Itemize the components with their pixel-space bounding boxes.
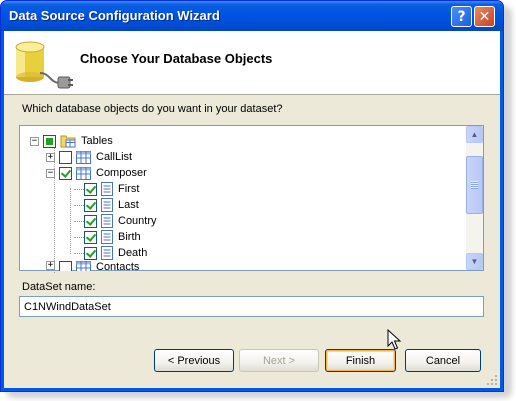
tree-line xyxy=(74,205,84,206)
tree-node-last[interactable]: Last xyxy=(84,197,139,213)
field-icon xyxy=(101,214,113,228)
objects-question-label: Which database objects do you want in yo… xyxy=(22,103,283,115)
dataset-name-input[interactable] xyxy=(19,296,484,317)
field-icon xyxy=(101,198,113,212)
death-checkbox[interactable] xyxy=(84,246,97,260)
tree-line xyxy=(74,189,84,190)
tree-node-tables[interactable]: − Tables xyxy=(30,133,113,149)
tree-node-first[interactable]: First xyxy=(84,181,139,197)
tables-folder-icon xyxy=(60,135,76,148)
tree-node-calllist[interactable]: + CallList xyxy=(46,149,132,165)
scroll-down-button[interactable]: ▼ xyxy=(466,253,483,270)
tree-node-label: Last xyxy=(118,199,139,211)
wizard-header: Choose Your Database Objects xyxy=(4,31,500,95)
tree-vertical-scrollbar[interactable]: ▲ ▼ xyxy=(466,126,483,270)
expand-toggle[interactable]: + xyxy=(46,152,55,162)
database-objects-tree[interactable]: − Tables + CallList − Composer First Las… xyxy=(19,125,484,273)
database-plug-icon xyxy=(15,41,73,89)
calllist-checkbox[interactable] xyxy=(59,150,72,164)
composer-checkbox[interactable] xyxy=(59,166,72,180)
contacts-checkbox[interactable] xyxy=(59,261,72,271)
tree-node-label: Country xyxy=(118,215,157,227)
tree-node-label: Birth xyxy=(118,231,141,243)
tree-node-label: Death xyxy=(118,247,148,259)
resize-grip-icon[interactable] xyxy=(486,374,498,386)
tree-line xyxy=(70,188,71,254)
last-checkbox[interactable] xyxy=(84,198,97,212)
tree-line xyxy=(74,237,84,238)
first-checkbox[interactable] xyxy=(84,182,97,196)
wizard-window: Data Source Configuration Wizard ? ✕ Cho… xyxy=(0,0,504,392)
chevron-down-icon: ▼ xyxy=(470,257,479,266)
expand-toggle[interactable]: + xyxy=(46,261,55,270)
scroll-up-button[interactable]: ▲ xyxy=(466,126,483,143)
tree-node-label: CallList xyxy=(96,151,133,163)
scroll-thumb[interactable] xyxy=(466,156,483,214)
close-button[interactable]: ✕ xyxy=(474,6,495,27)
window-title: Data Source Configuration Wizard xyxy=(9,8,220,23)
field-icon xyxy=(101,182,113,196)
tree-node-country[interactable]: Country xyxy=(84,213,157,229)
tree-node-label: Tables xyxy=(81,135,113,147)
tree-node-death[interactable]: Death xyxy=(84,245,147,261)
next-button[interactable]: Next > xyxy=(239,349,319,372)
field-icon xyxy=(101,230,113,244)
chevron-up-icon: ▲ xyxy=(470,130,479,139)
help-button[interactable]: ? xyxy=(451,6,472,27)
tree-line xyxy=(74,221,84,222)
tree-node-label: First xyxy=(118,183,140,195)
tree-node-label: Composer xyxy=(96,167,147,179)
table-icon xyxy=(76,150,91,164)
tree-line xyxy=(74,253,84,254)
tree-node-composer[interactable]: − Composer xyxy=(46,165,147,181)
tree-node-birth[interactable]: Birth xyxy=(84,229,141,245)
dialog-body: Choose Your Database Objects Which datab… xyxy=(4,31,500,388)
birth-checkbox[interactable] xyxy=(84,230,97,244)
collapse-toggle[interactable]: − xyxy=(30,136,39,146)
finish-button[interactable]: Finish xyxy=(325,349,396,372)
tree-node-contacts[interactable]: + Contacts xyxy=(46,261,139,271)
mouse-pointer-icon xyxy=(387,329,401,350)
page-title: Choose Your Database Objects xyxy=(80,51,273,66)
dataset-name-label: DataSet name: xyxy=(22,281,96,293)
previous-button[interactable]: < Previous xyxy=(154,349,234,372)
table-icon xyxy=(76,261,91,271)
country-checkbox[interactable] xyxy=(84,214,97,228)
table-icon xyxy=(76,166,91,180)
title-bar[interactable]: Data Source Configuration Wizard ? ✕ xyxy=(1,1,503,31)
collapse-toggle[interactable]: − xyxy=(46,168,55,178)
tree-node-label: Contacts xyxy=(96,261,140,271)
cancel-button[interactable]: Cancel xyxy=(405,349,481,372)
field-icon xyxy=(101,246,113,260)
tables-checkbox[interactable] xyxy=(43,134,56,148)
